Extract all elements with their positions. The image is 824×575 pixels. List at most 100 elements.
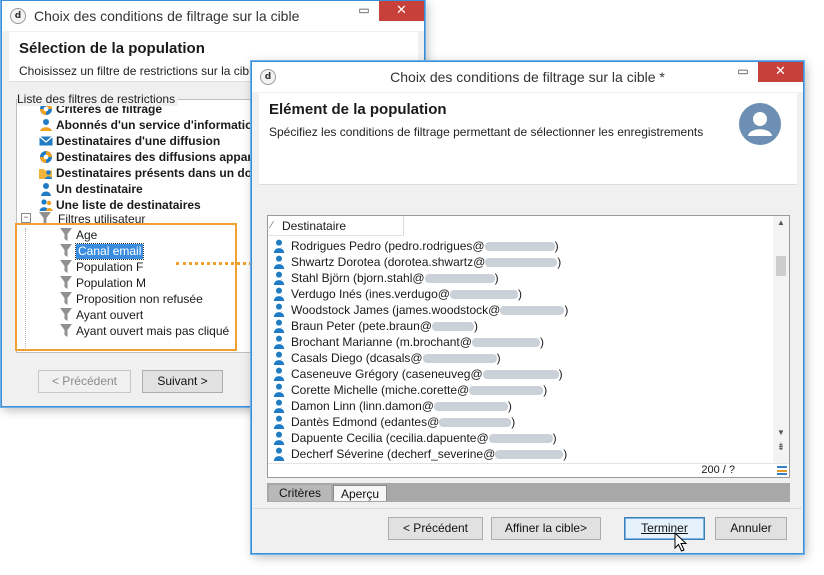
user-icon [273,383,285,397]
user-icon [273,447,285,461]
recipient-name: Verdugo Inés (ines.verdugo@ [291,287,450,301]
recipient-suffix: ) [557,255,562,269]
recipient-cell: Dapuente Cecilia (cecilia.dapuente@) [291,430,557,446]
recipient-name: Rodrigues Pedro (pedro.rodrigues@ [291,239,485,253]
envelope-icon [39,136,53,146]
front-dialog-header: Elément de la population Spécifiez les c… [259,93,797,185]
recipient-name: Dantès Edmond (edantes@ [291,415,440,429]
user-icon [41,183,51,196]
recipient-suffix: ) [543,383,548,397]
user-icon [273,271,285,285]
tab-criteria[interactable]: Critères [269,485,331,501]
refine-target-button[interactable]: Affiner la cible> [491,517,601,540]
scroll-up-icon[interactable]: ▲ [773,218,789,227]
previous-button[interactable]: < Précédent [388,517,483,540]
user-avatar-icon [748,112,772,136]
recipient-suffix: ) [554,239,559,253]
recipient-suffix: ) [552,431,557,445]
redacted-domain [439,418,512,427]
redacted-domain [449,290,518,299]
recipient-name: Decherf Séverine (decherf_severine@ [291,447,496,461]
redacted-domain [485,258,558,267]
scroll-thumb[interactable] [776,256,786,276]
scroll-down-icon[interactable]: ▼ [773,428,789,437]
recipient-cell: Verdugo Inés (ines.verdugo@) [291,286,522,302]
sort-marker: ⁄ [271,220,273,231]
recipient-cell: Brochant Marianne (m.brochant@) [291,334,544,350]
user-icon [273,399,285,413]
user-icon [273,239,285,253]
recipient-cell: Stahl Björn (bjorn.stahl@) [291,270,499,286]
previous-button[interactable]: < Précédent [38,370,131,393]
redacted-domain [422,354,497,363]
recipient-name: Braun Peter (pete.braun@ [291,319,432,333]
column-header-recipient[interactable]: ⁄ Destinataire [268,216,404,236]
recipient-suffix: ) [511,415,516,429]
user-icon [273,319,285,333]
minimize-button[interactable]: ▭ [730,63,756,81]
front-dialog-title: Choix des conditions de filtrage sur la … [390,69,665,85]
recipient-cell: Damon Linn (linn.damon@) [291,398,512,414]
column-header-label: Destinataire [282,219,347,233]
recipient-name: Woodstock James (james.woodstock@ [291,303,501,317]
recipient-suffix: ) [558,367,563,381]
page-description: Choisissez un filtre de restrictions sur… [19,64,259,78]
close-button[interactable]: ✕ [758,62,803,82]
close-button[interactable]: ✕ [379,1,424,21]
pointer-arrow [176,262,252,265]
recipient-name: Dapuente Cecilia (cecilia.dapuente@ [291,431,489,445]
recipient-suffix: ) [507,399,512,413]
page-description: Spécifiez les conditions de filtrage per… [269,125,704,139]
filter-item-label: Une liste de destinataires [56,198,201,212]
redacted-domain [433,402,508,411]
recipient-cell: Shwartz Dorotea (dorotea.shwartz@) [291,254,561,270]
user-icon [273,303,285,317]
record-count: 200 / ? [701,464,735,476]
finish-button[interactable]: Terminer [624,517,705,540]
page-title: Sélection de la population [19,40,205,57]
back-dialog-titlebar: d Choix des conditions de filtrage sur l… [2,1,424,31]
page-title: Elément de la population [269,101,447,118]
collapse-toggle-icon[interactable]: − [21,213,31,223]
filter-item-label: Abonnés d'un service d'informations [56,118,267,132]
grid-footer: 200 / ? [268,463,789,477]
recipient-cell: Rodrigues Pedro (pedro.rodrigues@) [291,238,559,254]
front-dialog-window: d Choix des conditions de filtrage sur l… [251,61,804,554]
cancel-button[interactable]: Annuler [715,517,787,540]
mouse-cursor-icon [674,532,688,552]
divider [253,508,802,509]
tabs-bar: Critères Aperçu [267,483,790,502]
recipient-name: Casals Diego (dcasals@ [291,351,423,365]
user-icon [273,367,285,381]
menu-icon[interactable] [777,466,787,475]
redacted-domain [500,306,565,315]
user-icon [273,287,285,301]
user-icon [273,415,285,429]
recipient-name: Stahl Björn (bjorn.stahl@ [291,271,425,285]
filter-item-label: Destinataires présents dans un dossier [56,166,281,180]
recipient-cell: Caseneuve Grégory (caseneuveg@) [291,366,563,382]
folder-user-icon [39,169,52,179]
recipient-suffix: ) [494,271,499,285]
vertical-scrollbar[interactable]: ▲ ▼ ⇟ [773,216,789,463]
recipients-grid[interactable]: ⁄ Destinataire Rodrigues Pedro (pedro.ro… [267,215,790,478]
recipient-name: Corette Michelle (miche.corette@ [291,383,470,397]
recipient-cell: Woodstock James (james.woodstock@) [291,302,568,318]
recipient-suffix: ) [517,287,522,301]
recipient-cell: Casals Diego (dcasals@) [291,350,501,366]
scroll-end-icon[interactable]: ⇟ [773,442,789,453]
recipient-suffix: ) [564,303,569,317]
redacted-domain [484,242,555,251]
next-button[interactable]: Suivant > [142,370,223,393]
criteria-icon [40,151,52,163]
redacted-domain [431,322,474,331]
tab-preview[interactable]: Aperçu [333,485,387,501]
redacted-domain [488,434,553,443]
recipient-cell: Decherf Séverine (decherf_severine@) [291,446,567,462]
user-icon [273,431,285,445]
users-icon [39,199,53,211]
recipient-cell: Corette Michelle (miche.corette@) [291,382,547,398]
minimize-button[interactable]: ▭ [351,2,377,20]
recipient-suffix: ) [539,335,544,349]
recipient-cell: Braun Peter (pete.braun@) [291,318,478,334]
